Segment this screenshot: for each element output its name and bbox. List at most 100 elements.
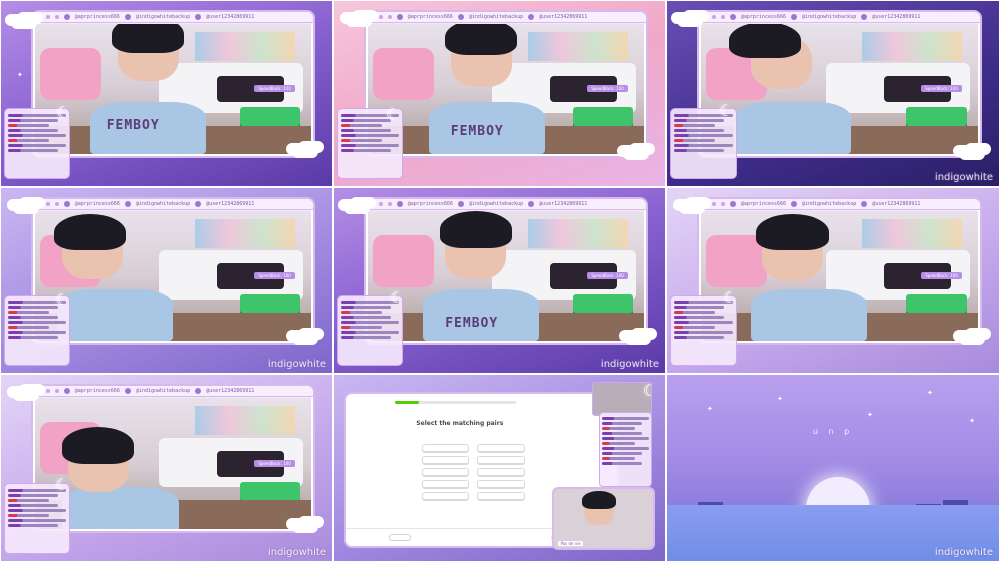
window-dot bbox=[45, 202, 50, 207]
speed-tag: SpeedBack: 100 bbox=[587, 272, 628, 280]
social-handle: @indigowhitebackup bbox=[135, 201, 191, 208]
social-handle: @indigowhitebackup bbox=[468, 201, 524, 208]
window-dot bbox=[378, 15, 383, 20]
cloud-icon bbox=[11, 17, 37, 29]
cloud-icon bbox=[13, 202, 39, 214]
pair-option[interactable] bbox=[477, 467, 525, 477]
chat-message bbox=[341, 134, 400, 138]
pair-option[interactable] bbox=[477, 443, 525, 453]
chat-message bbox=[8, 518, 67, 522]
shirt-print: FEMBOY bbox=[450, 123, 504, 139]
pair-option[interactable] bbox=[421, 455, 470, 465]
gaming-chair bbox=[40, 47, 102, 100]
shirt-print: FEMBOY bbox=[445, 315, 499, 331]
window-dot bbox=[387, 15, 392, 20]
tiktok-icon bbox=[195, 201, 202, 208]
pair-option[interactable] bbox=[477, 455, 525, 465]
social-handle: @user12342869911 bbox=[206, 388, 255, 395]
pair-option[interactable] bbox=[477, 491, 525, 501]
person-hair bbox=[582, 490, 616, 509]
person-hair bbox=[439, 211, 512, 248]
chat-message bbox=[341, 124, 383, 128]
stream-frame-3: @aprprincess666 @indigowhitebackup @user… bbox=[666, 0, 1000, 187]
tiktok-icon bbox=[195, 14, 202, 21]
moon-icon: ☾ bbox=[56, 103, 71, 122]
instagram-icon bbox=[124, 201, 131, 208]
chat-message bbox=[674, 316, 724, 320]
window-dot bbox=[720, 15, 725, 20]
chat-message bbox=[674, 134, 733, 138]
chat-message bbox=[601, 417, 649, 421]
chat-message bbox=[8, 316, 58, 320]
gaming-chair bbox=[373, 47, 435, 100]
webcam-mini: Pas de vie bbox=[552, 486, 656, 550]
chat-message bbox=[8, 326, 50, 330]
moon-icon: ☾ bbox=[55, 290, 70, 309]
stream-frame-2: @aprprincess666 @indigowhitebackup @user… bbox=[333, 0, 666, 187]
stream-window: @aprprincess666 @indigowhitebackup @user… bbox=[30, 10, 316, 159]
twitter-icon bbox=[396, 14, 403, 21]
person-hair bbox=[112, 24, 185, 53]
cam-label: Pas de vie bbox=[558, 540, 583, 546]
chat-message bbox=[8, 124, 50, 128]
chat-message bbox=[341, 336, 391, 340]
chat-message bbox=[8, 336, 58, 340]
chat-message bbox=[8, 311, 50, 315]
cloud-icon bbox=[677, 15, 703, 27]
social-handle: @aprprincess666 bbox=[74, 388, 120, 395]
social-handle: @indigowhitebackup bbox=[468, 14, 524, 21]
speed-tag: SpeedBack: 100 bbox=[254, 85, 295, 93]
skip-button[interactable] bbox=[389, 533, 412, 541]
watermark: indigowhite bbox=[267, 547, 326, 558]
twitter-icon bbox=[63, 14, 70, 21]
social-handle: @aprprincess666 bbox=[740, 14, 787, 21]
title-bar: @aprprincess666 @indigowhitebackup @user… bbox=[698, 199, 981, 211]
instagram-icon bbox=[791, 201, 798, 208]
chat-message bbox=[601, 462, 642, 466]
wall-decoration bbox=[195, 219, 295, 248]
title-bar: @aprprincess666 @indigowhitebackup @user… bbox=[698, 12, 981, 24]
window-dot bbox=[720, 202, 725, 207]
instagram-icon bbox=[124, 14, 131, 21]
window-dot bbox=[711, 15, 716, 20]
chat-message bbox=[341, 321, 400, 325]
chat-message bbox=[341, 144, 400, 148]
star-icon: ✦ bbox=[777, 395, 783, 403]
chat-message bbox=[601, 437, 649, 441]
person-hair bbox=[445, 24, 518, 56]
webcam-scene: SpeedBack: 100 bbox=[34, 211, 312, 342]
chat-message bbox=[674, 306, 724, 310]
speed-tag: SpeedBack: 100 bbox=[587, 85, 628, 93]
chat-message bbox=[674, 321, 733, 325]
social-handle: @aprprincess666 bbox=[407, 14, 453, 21]
chat-message bbox=[8, 149, 58, 153]
tiktok-icon bbox=[528, 201, 535, 208]
social-handle: @user12342869911 bbox=[872, 14, 921, 21]
social-handle: @user12342869911 bbox=[206, 14, 255, 21]
person-shirt bbox=[750, 289, 868, 342]
pair-option[interactable] bbox=[421, 491, 470, 501]
title-bar: @aprprincess666 @indigowhitebackup @user… bbox=[32, 199, 314, 211]
speed-tag: SpeedBack: 100 bbox=[254, 272, 295, 280]
pair-option[interactable] bbox=[477, 479, 525, 489]
chat-message bbox=[674, 124, 716, 128]
stream-frame-quiz: Select the matching pairs Pas de vie ☾ bbox=[333, 374, 666, 562]
person-hair bbox=[62, 427, 135, 464]
chat-overlay bbox=[598, 412, 652, 487]
cloud-icon bbox=[292, 521, 318, 533]
ending-text: u n p bbox=[812, 427, 854, 437]
wall-decoration bbox=[861, 32, 962, 61]
chat-message bbox=[341, 331, 400, 335]
pair-option[interactable] bbox=[421, 443, 470, 453]
moon-icon: ☾ bbox=[55, 475, 70, 494]
tiktok-icon bbox=[861, 14, 868, 21]
star-icon: ✦ bbox=[707, 405, 713, 413]
pair-option[interactable] bbox=[421, 467, 470, 477]
social-handle: @indigowhitebackup bbox=[135, 388, 191, 395]
chat-message bbox=[341, 311, 383, 315]
pair-option[interactable] bbox=[421, 479, 470, 489]
window-dot bbox=[378, 202, 383, 207]
chat-message bbox=[601, 427, 635, 431]
star-icon: ✦ bbox=[17, 71, 23, 79]
wall-decoration bbox=[861, 219, 962, 248]
